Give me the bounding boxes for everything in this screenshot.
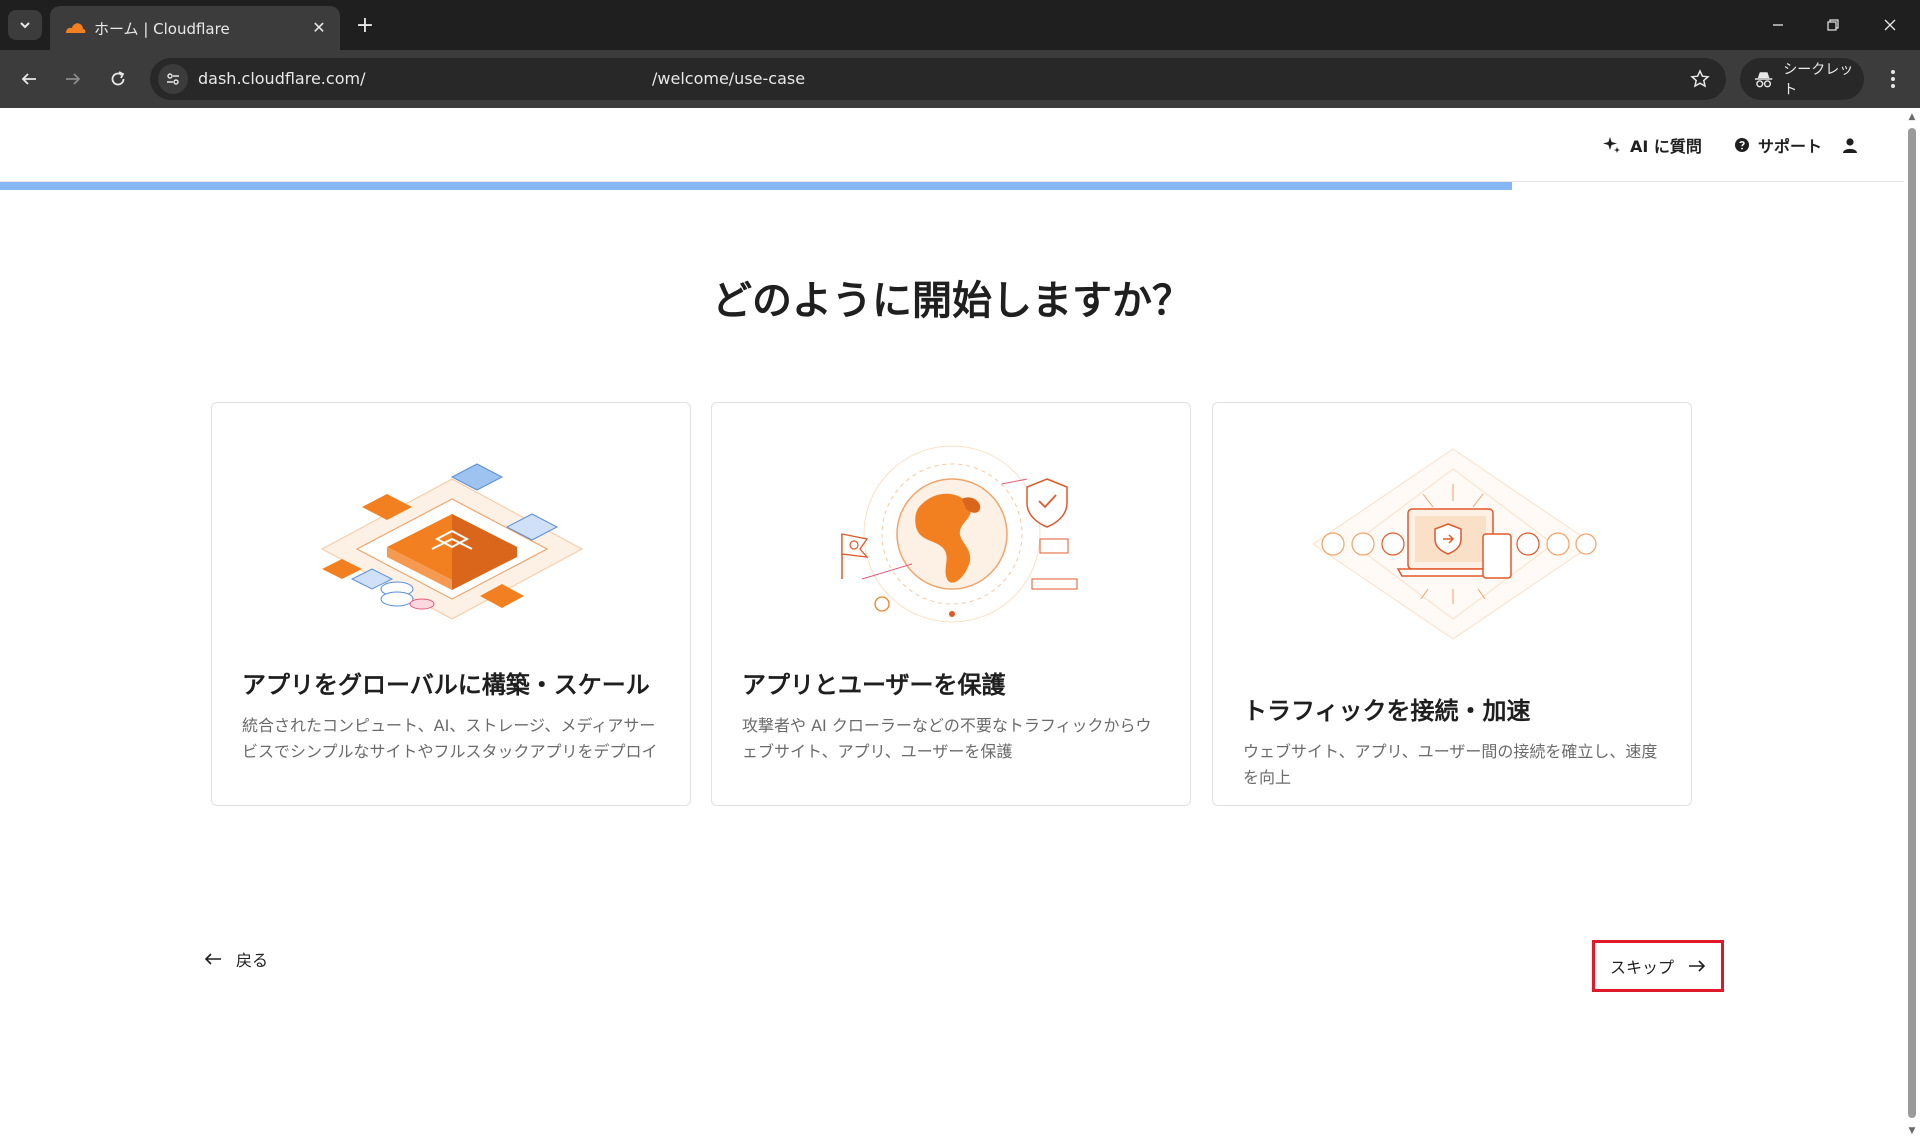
card-title: アプリをグローバルに構築・スケール <box>242 671 650 699</box>
chevron-down-icon <box>20 22 30 29</box>
user-icon <box>1843 138 1857 153</box>
address-bar[interactable]: dash.cloudflare.com/ /welcome/use-case <box>150 58 1726 100</box>
browser-toolbar: dash.cloudflare.com/ /welcome/use-case シ… <box>0 50 1920 108</box>
user-menu-button[interactable] <box>1842 132 1858 158</box>
browser-tab-bar: ホーム | Cloudflare ✕ + <box>0 0 1920 50</box>
page-viewport: AI に質問 サポート どのように開始しますか？ アプリをグローバルに構築・スケ… <box>0 108 1904 1140</box>
card-title: アプリとユーザーを保護 <box>742 671 1006 699</box>
star-icon[interactable] <box>1688 67 1712 91</box>
reload-icon[interactable] <box>102 63 134 95</box>
arrow-right-icon <box>1689 960 1706 972</box>
site-info-icon[interactable] <box>158 64 188 94</box>
browser-tab-active[interactable]: ホーム | Cloudflare ✕ <box>50 6 340 50</box>
card-description: 攻撃者や AI クローラーなどの不要なトラフィックからウェブサイト、アプリ、ユー… <box>742 716 1152 761</box>
card-description: ウェブサイト、アプリ、ユーザー間の接続を確立し、速度を向上 <box>1243 742 1658 787</box>
kebab-menu-icon[interactable] <box>1878 63 1908 95</box>
page-title: どのように開始しますか？ <box>712 278 1192 324</box>
use-case-card-protect[interactable]: アプリとユーザーを保護 攻撃者や AI クローラーなどの不要なトラフィックからウ… <box>711 402 1191 806</box>
close-window-icon[interactable] <box>1870 10 1910 40</box>
help-circle-icon <box>1735 138 1749 152</box>
progress-fill <box>0 182 1512 190</box>
card-description: 統合されたコンピュート、AI、ストレージ、メディアサービスでシンプルなサイトやフ… <box>242 716 658 761</box>
incognito-badge[interactable]: シークレット <box>1740 58 1864 100</box>
ask-ai-label: AI に質問 <box>1630 137 1702 156</box>
incognito-icon <box>1754 72 1773 88</box>
connect-accelerate-illustration <box>1312 448 1597 640</box>
page-scrollbar[interactable]: ▲ ▼ <box>1904 108 1920 1140</box>
ask-ai-button[interactable]: AI に質問 <box>1602 132 1702 158</box>
scroll-thumb[interactable] <box>1908 128 1916 1118</box>
card-title: トラフィックを接続・加速 <box>1243 697 1531 725</box>
back-button[interactable]: 戻る <box>204 946 268 972</box>
support-button[interactable]: サポート <box>1734 132 1822 158</box>
minimize-icon[interactable] <box>1758 10 1798 40</box>
incognito-label: シークレット <box>1783 62 1854 98</box>
tab-list-button[interactable] <box>8 10 42 40</box>
forward-arrow-icon[interactable] <box>57 63 89 95</box>
protect-globe-illustration <box>841 445 1078 623</box>
build-scale-illustration <box>320 463 584 620</box>
use-case-card-connect[interactable]: トラフィックを接続・加速 ウェブサイト、アプリ、ユーザー間の接続を確立し、速度を… <box>1212 402 1692 806</box>
onboarding-progress <box>0 182 1904 190</box>
cloudflare-favicon <box>66 23 86 33</box>
support-label: サポート <box>1758 137 1823 156</box>
use-case-card-build[interactable]: アプリをグローバルに構築・スケール 統合されたコンピュート、AI、ストレージ、メ… <box>211 402 691 806</box>
arrow-left-icon <box>204 953 221 965</box>
tab-title: ホーム | Cloudflare <box>94 20 230 38</box>
scroll-up-icon[interactable]: ▲ <box>1907 112 1917 122</box>
sparkle-icon <box>1603 137 1620 153</box>
back-label: 戻る <box>236 951 269 970</box>
scroll-down-icon[interactable]: ▼ <box>1907 1126 1917 1136</box>
app-header: AI に質問 サポート <box>0 108 1904 182</box>
skip-label: スキップ <box>1609 958 1674 977</box>
restore-icon[interactable] <box>1813 10 1853 40</box>
url-host: dash.cloudflare.com/ <box>198 69 366 88</box>
close-tab-icon[interactable]: ✕ <box>308 16 330 38</box>
skip-button[interactable]: スキップ <box>1592 940 1724 992</box>
url-path: /welcome/use-case <box>652 69 806 88</box>
back-arrow-icon[interactable] <box>13 63 45 95</box>
plus-icon[interactable]: + <box>352 12 378 38</box>
